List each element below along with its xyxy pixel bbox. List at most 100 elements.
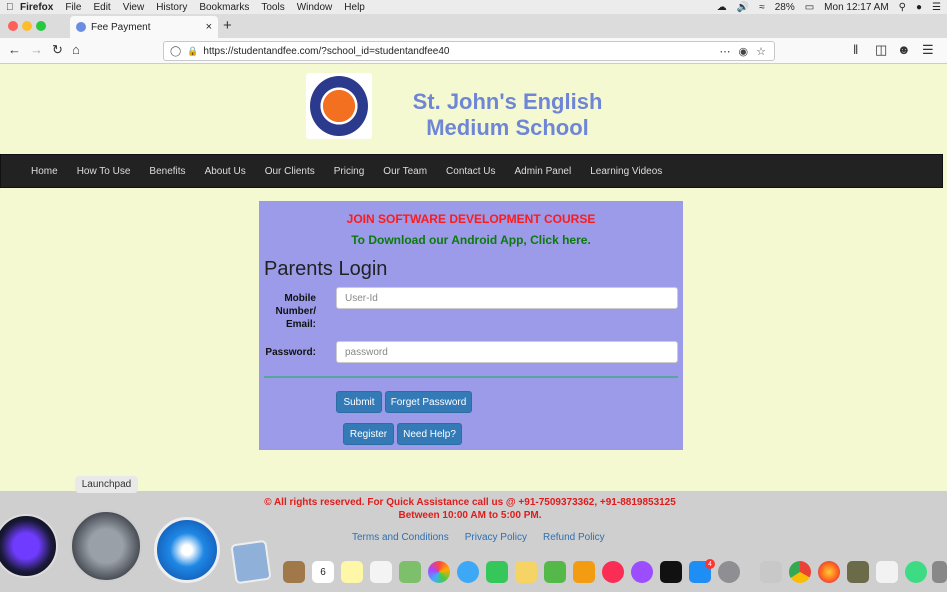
battery-icon[interactable]: ▭ [805, 2, 814, 13]
utility-dock-icon[interactable] [760, 561, 782, 583]
apple-tv-dock-icon[interactable] [660, 561, 682, 583]
nav-our-team[interactable]: Our Team [383, 166, 427, 177]
nav-benefits[interactable]: Benefits [149, 166, 185, 177]
menu-bookmarks[interactable]: Bookmarks [199, 2, 249, 13]
pocket-icon[interactable]: ◉ [739, 45, 749, 58]
submit-button[interactable]: Submit [336, 391, 382, 413]
menu-window[interactable]: Window [297, 2, 333, 13]
volume-icon[interactable]: 🔊 [737, 2, 749, 13]
notification-center-icon[interactable]: ☰ [932, 2, 941, 13]
spotlight-icon[interactable]: ⚲ [899, 2, 906, 13]
user-id-input[interactable] [336, 287, 678, 309]
launchpad-dock-icon[interactable] [70, 510, 142, 582]
promo-android-app-link[interactable]: To Download our Android App, Click here. [259, 233, 683, 247]
main-nav: Home How To Use Benefits About Us Our Cl… [0, 154, 943, 188]
clock[interactable]: Mon 12:17 AM [824, 2, 888, 13]
terms-link[interactable]: Terms and Conditions [352, 532, 449, 543]
pages-dock-icon[interactable] [515, 561, 537, 583]
android-studio-dock-icon[interactable] [905, 561, 927, 583]
nav-learning-videos[interactable]: Learning Videos [590, 166, 662, 177]
browser-tab-active[interactable]: Fee Payment × [70, 16, 218, 38]
siri-icon[interactable]: ● [916, 2, 922, 13]
favicon-icon [76, 22, 86, 32]
url-text[interactable]: https://studentandfee.com/?school_id=stu… [203, 46, 449, 57]
menubar-status-area: ☁ 🔊 ≈ 28% ▭ Mon 12:17 AM ⚲ ● ☰ [717, 2, 941, 13]
password-input[interactable] [336, 341, 678, 363]
privacy-link[interactable]: Privacy Policy [465, 532, 527, 543]
system-preferences-dock-icon[interactable] [718, 561, 740, 583]
back-icon[interactable]: ← [8, 42, 21, 57]
window-minimize-button[interactable] [22, 21, 32, 31]
need-help-button[interactable]: Need Help? [397, 423, 462, 445]
preview-dock-icon[interactable] [230, 539, 272, 585]
menu-view[interactable]: View [123, 2, 145, 13]
trash-dock-icon[interactable] [932, 561, 947, 583]
footer-links: Terms and Conditions Privacy Policy Refu… [352, 532, 605, 543]
apple-icon[interactable]:  [6, 2, 20, 13]
notes-book-dock-icon[interactable] [283, 561, 305, 583]
reminders-dock-icon[interactable] [370, 561, 392, 583]
page-actions-icon[interactable]: ⋯ [720, 45, 731, 58]
menu-app-name[interactable]: Firefox [20, 2, 53, 13]
chrome-dock-icon[interactable] [789, 561, 811, 583]
maps-dock-icon[interactable] [399, 561, 421, 583]
tab-title: Fee Payment [91, 21, 151, 33]
school-logo [306, 73, 372, 139]
window-close-button[interactable] [8, 21, 18, 31]
photos-dock-icon[interactable] [428, 561, 450, 583]
menu-file[interactable]: File [65, 2, 81, 13]
battery-percent[interactable]: 28% [775, 2, 795, 13]
nav-pricing[interactable]: Pricing [334, 166, 365, 177]
nav-home[interactable]: Home [31, 166, 58, 177]
login-panel: JOIN SOFTWARE DEVELOPMENT COURSE To Down… [259, 201, 683, 450]
library-icon[interactable]: ‖ [853, 42, 858, 57]
account-icon[interactable]: ☻ [897, 42, 911, 57]
window-zoom-button[interactable] [36, 21, 46, 31]
shield-icon[interactable]: ◯ [170, 46, 181, 57]
gimp-dock-icon[interactable] [847, 561, 869, 583]
promo-course-link[interactable]: JOIN SOFTWARE DEVELOPMENT COURSE [259, 212, 683, 226]
home-icon[interactable]: ⌂ [72, 42, 80, 57]
nav-how-to-use[interactable]: How To Use [77, 166, 131, 177]
new-tab-button[interactable]: + [223, 17, 232, 34]
app-store-badge: 4 [705, 559, 715, 569]
nav-about-us[interactable]: About Us [205, 166, 246, 177]
copyright-text: © All rights reserved. For Quick Assista… [264, 497, 676, 521]
reload-icon[interactable]: ↻ [52, 42, 63, 58]
bookmark-star-icon[interactable]: ☆ [756, 45, 766, 58]
music-dock-icon[interactable] [602, 561, 624, 583]
menu-tools[interactable]: Tools [261, 2, 284, 13]
podcasts-dock-icon[interactable] [631, 561, 653, 583]
register-button[interactable]: Register [343, 423, 394, 445]
tab-close-icon[interactable]: × [206, 21, 212, 33]
form-divider [264, 376, 678, 378]
nav-our-clients[interactable]: Our Clients [265, 166, 315, 177]
page-content: St. John's English Medium School Home Ho… [0, 65, 947, 491]
wifi-icon[interactable]: ≈ [759, 2, 765, 13]
messages-dock-icon[interactable] [457, 561, 479, 583]
facetime-dock-icon[interactable] [486, 561, 508, 583]
hamburger-menu-icon[interactable]: ☰ [922, 42, 934, 58]
safari-dock-icon[interactable] [154, 517, 220, 583]
lock-icon[interactable]: 🔒 [187, 46, 198, 57]
nav-contact-us[interactable]: Contact Us [446, 166, 495, 177]
browser-toolbar: ← → ↻ ⌂ ◯ 🔒 https://studentandfee.com/?s… [0, 38, 947, 64]
menu-help[interactable]: Help [344, 2, 365, 13]
document-dock-icon[interactable] [876, 561, 898, 583]
numbers-dock-icon[interactable] [544, 561, 566, 583]
firefox-dock-icon[interactable] [818, 561, 840, 583]
forget-password-button[interactable]: Forget Password [385, 391, 472, 413]
nav-admin-panel[interactable]: Admin Panel [515, 166, 572, 177]
menu-history[interactable]: History [156, 2, 187, 13]
cloud-icon[interactable]: ☁ [717, 2, 727, 13]
refund-link[interactable]: Refund Policy [543, 532, 605, 543]
url-bar[interactable]: ◯ 🔒 https://studentandfee.com/?school_id… [163, 41, 775, 61]
notes-dock-icon[interactable] [341, 561, 363, 583]
school-seal-icon [310, 76, 368, 136]
keynote-dock-icon[interactable] [573, 561, 595, 583]
sidebar-icon[interactable]: ◫ [875, 42, 887, 58]
browser-tab-strip: Fee Payment × + [0, 14, 947, 38]
forward-icon[interactable]: → [30, 42, 43, 57]
menu-edit[interactable]: Edit [93, 2, 110, 13]
calendar-dock-icon[interactable]: 6 [312, 561, 334, 583]
